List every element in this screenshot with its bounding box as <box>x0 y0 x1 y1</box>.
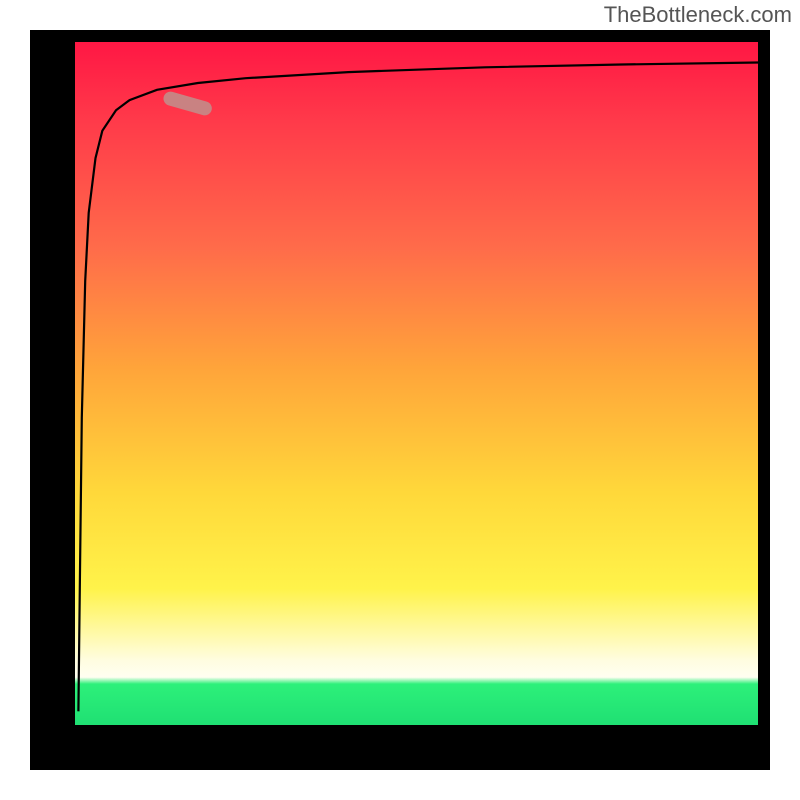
frame-top <box>30 30 770 42</box>
frame-left <box>30 30 75 770</box>
chart-container: TheBottleneck.com <box>0 0 800 800</box>
curve-layer <box>75 42 758 725</box>
frame-bottom <box>30 725 770 770</box>
bottleneck-curve <box>78 63 758 712</box>
highlight-marker <box>162 90 214 117</box>
attribution-label: TheBottleneck.com <box>604 2 792 28</box>
frame-right <box>758 30 770 770</box>
